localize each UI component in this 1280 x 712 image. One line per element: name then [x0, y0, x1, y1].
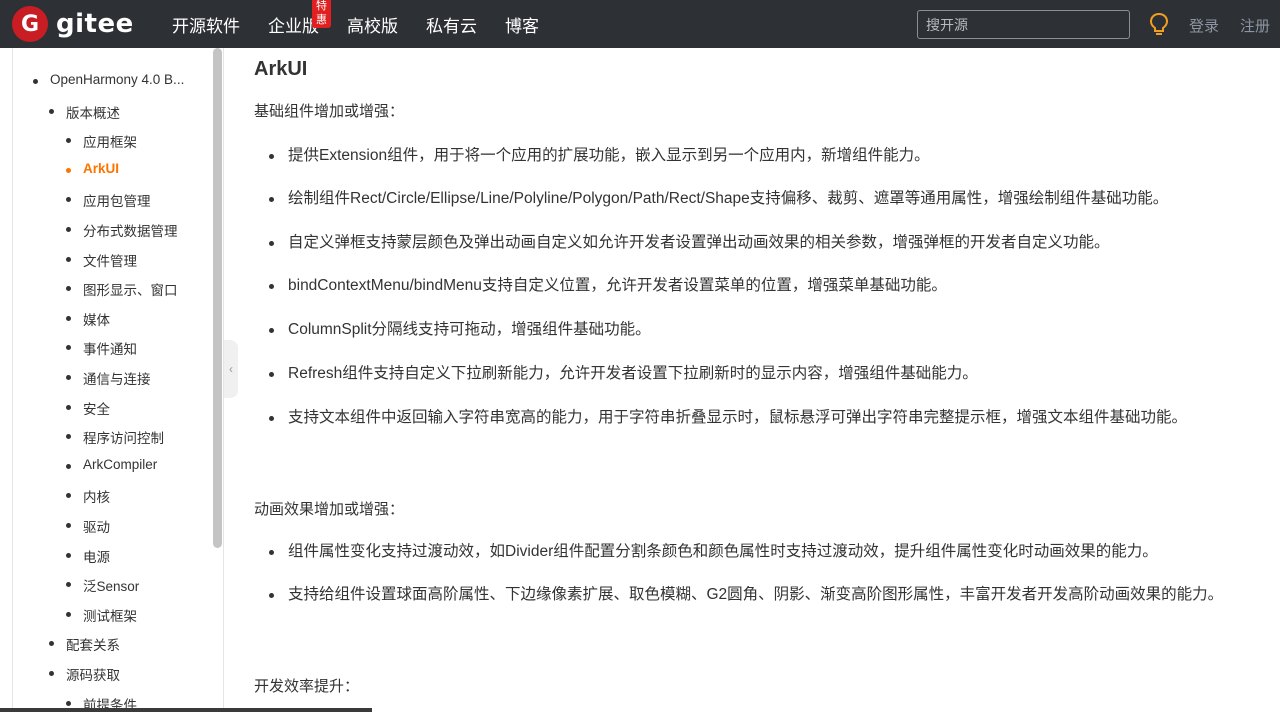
lightbulb-icon[interactable] [1148, 12, 1170, 36]
toc-item[interactable]: 版本概述 [49, 102, 120, 122]
page-title: ArkUI [254, 58, 308, 80]
list-item: bindContextMenu/bindMenu支持自定义位置，允许开发者设置菜… [269, 272, 1242, 300]
toc-item-active[interactable]: ArkUI [65, 161, 119, 176]
gitee-logo-text: gitee [56, 9, 134, 39]
toc-item[interactable]: 程序访问控制 [66, 427, 164, 447]
top-navbar: G gitee 开源软件 企业版 特惠 高校版 私有云 博客 登录 注册 [0, 0, 1280, 48]
gitee-logo[interactable]: G gitee [12, 6, 134, 42]
toc-item[interactable]: 媒体 [66, 309, 110, 329]
toc-item[interactable]: 图形显示、窗口 [66, 279, 178, 299]
toc-item[interactable]: 安全 [66, 398, 110, 418]
list-item: 提供Extension组件，用于将一个应用的扩展功能，嵌入显示到另一个应用内，新… [269, 142, 1242, 170]
toc-sidebar: OpenHarmony 4.0 B... 版本概述应用框架 ArkUI 应用包管理分布… [12, 48, 224, 712]
toc-item[interactable]: 应用包管理 [66, 190, 151, 210]
register-link[interactable]: 注册 [1240, 15, 1270, 36]
list-item: ColumnSplit分隔线支持可拖动，增强组件基础功能。 [269, 316, 1242, 344]
section-heading-dev-efficiency: 开发效率提升： [254, 678, 360, 695]
nav-item-blog[interactable]: 博客 [505, 12, 539, 37]
toc-item[interactable]: 源码获取 [49, 664, 120, 684]
list-item: 绘制组件Rect/Circle/Ellipse/Line/Polyline/Po… [269, 185, 1242, 213]
nav-item-education[interactable]: 高校版 [347, 12, 398, 37]
list-item: 支持文本组件中返回输入字符串宽高的能力，用于字符串折叠显示时，鼠标悬浮可弹出字符… [269, 404, 1242, 432]
search-input[interactable] [917, 10, 1130, 39]
toc-item[interactable]: 驱动 [66, 516, 110, 536]
login-link[interactable]: 登录 [1189, 15, 1219, 36]
toc-item[interactable]: 分布式数据管理 [66, 220, 178, 240]
collapse-sidebar-button[interactable]: ‹ [224, 340, 238, 398]
section-heading-basic-components: 基础组件增加或增强： [254, 103, 405, 120]
toc-item[interactable]: 文件管理 [66, 250, 137, 270]
toc-item[interactable]: 配套关系 [49, 634, 120, 654]
gitee-logo-icon: G [12, 6, 48, 42]
main-nav: 开源软件 企业版 特惠 高校版 私有云 博客 [172, 0, 567, 48]
toc-item[interactable]: 事件通知 [66, 338, 137, 358]
list-item: 自定义弹框支持蒙层颜色及弹出动画自定义如允许开发者设置弹出动画效果的相关参数，增… [269, 229, 1242, 257]
toc-item[interactable]: ArkCompiler [65, 457, 157, 472]
list-item: 组件属性变化支持过渡动效，如Divider组件配置分割条颜色和颜色属性时支持过渡… [269, 538, 1242, 566]
toc-item[interactable]: OpenHarmony 4.0 B... [32, 72, 184, 87]
toc-item[interactable]: 内核 [66, 486, 110, 506]
nav-item-enterprise[interactable]: 企业版 特惠 [268, 0, 331, 37]
list-item: Refresh组件支持自定义下拉刷新能力，允许开发者设置下拉刷新时的显示内容，增… [269, 360, 1242, 388]
toc-item[interactable]: 电源 [66, 546, 110, 566]
sidebar-scrollbar-thumb[interactable] [213, 48, 222, 548]
nav-item-open-source[interactable]: 开源软件 [172, 12, 240, 37]
horizontal-scrollbar[interactable] [0, 708, 372, 712]
toc-item[interactable]: 应用框架 [66, 131, 137, 151]
chevron-left-icon: ‹ [229, 362, 233, 376]
section-heading-animation: 动画效果增加或增强： [254, 501, 405, 518]
toc-item[interactable]: 泛Sensor [65, 575, 139, 595]
toc-item[interactable]: 通信与连接 [66, 368, 151, 388]
promo-badge: 特惠 [312, 0, 331, 28]
toc-item[interactable]: 测试框架 [66, 605, 137, 625]
nav-item-private-cloud[interactable]: 私有云 [426, 12, 477, 37]
list-item: 支持给组件设置球面高阶属性、下边缘像素扩展、取色模糊、G2圆角、阴影、渐变高阶图… [269, 581, 1242, 609]
